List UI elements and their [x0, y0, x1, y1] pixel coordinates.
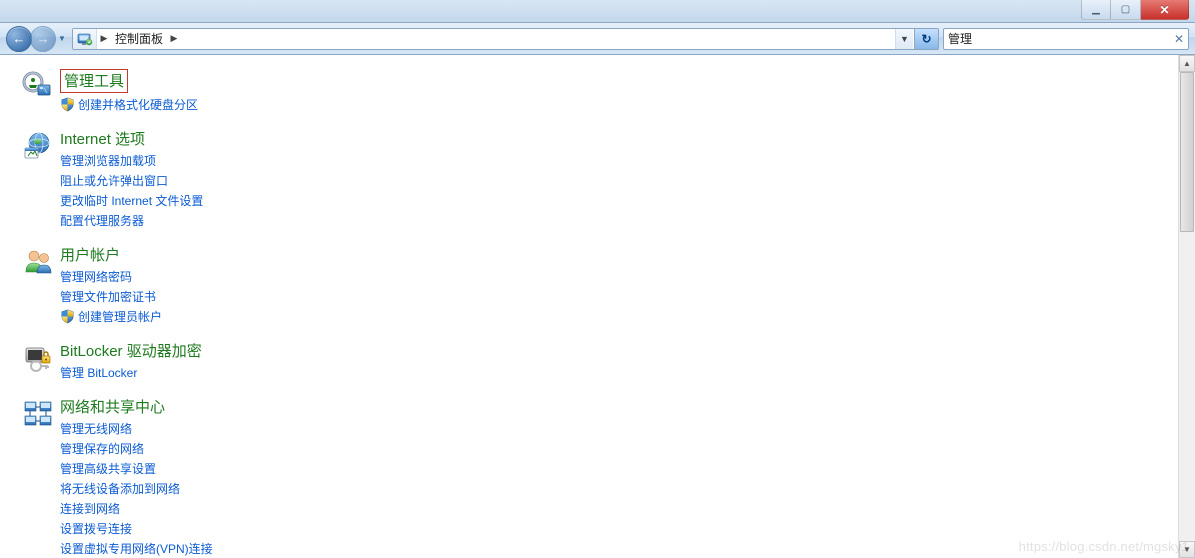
- address-bar[interactable]: ▶ 控制面板 ▶ ▼ ↻: [72, 28, 939, 50]
- result-link-row: 管理浏览器加载项: [60, 152, 1168, 169]
- group-title-link[interactable]: 网络和共享中心: [60, 396, 165, 417]
- network-icon: [22, 396, 60, 558]
- result-link-row: 管理文件加密证书: [60, 288, 1168, 305]
- search-input[interactable]: [948, 32, 1174, 46]
- window-titlebar: ▁ ▢ ✕: [0, 0, 1195, 23]
- result-group-bitlocker: BitLocker 驱动器加密管理 BitLocker: [22, 340, 1168, 384]
- result-link-row: 管理高级共享设置: [60, 460, 1168, 477]
- result-link[interactable]: 管理浏览器加载项: [60, 152, 156, 169]
- group-body: BitLocker 驱动器加密管理 BitLocker: [60, 340, 1168, 384]
- result-group-network-sharing: 网络和共享中心管理无线网络管理保存的网络管理高级共享设置将无线设备添加到网络连接…: [22, 396, 1168, 558]
- result-link-row: 阻止或允许弹出窗口: [60, 172, 1168, 189]
- result-link-row: 设置虚拟专用网络(VPN)连接: [60, 540, 1168, 557]
- result-link-row: 创建管理员帐户: [60, 308, 1168, 325]
- scroll-up-button[interactable]: ▲: [1179, 55, 1195, 72]
- breadcrumb-segment[interactable]: 控制面板: [111, 29, 167, 49]
- result-link-row: 配置代理服务器: [60, 212, 1168, 229]
- search-box[interactable]: ✕: [943, 28, 1189, 50]
- address-history-dropdown[interactable]: ▼: [895, 29, 913, 49]
- nav-arrows: ← → ▼: [6, 26, 68, 52]
- navigation-bar: ← → ▼ ▶ 控制面板 ▶ ▼ ↻ ✕: [0, 23, 1195, 55]
- forward-button[interactable]: →: [30, 26, 56, 52]
- history-dropdown[interactable]: ▼: [56, 34, 68, 43]
- result-link[interactable]: 配置代理服务器: [60, 212, 144, 229]
- result-link-row: 管理 BitLocker: [60, 364, 1168, 381]
- result-link[interactable]: 设置拨号连接: [60, 520, 132, 537]
- close-button[interactable]: ✕: [1141, 0, 1189, 20]
- user-accounts-icon: [22, 244, 60, 328]
- group-title-link[interactable]: BitLocker 驱动器加密: [60, 340, 202, 361]
- clear-search-icon[interactable]: ✕: [1174, 32, 1184, 46]
- chevron-right-icon[interactable]: ▶: [167, 29, 181, 49]
- group-body: Internet 选项管理浏览器加载项阻止或允许弹出窗口更改临时 Interne…: [60, 128, 1168, 232]
- result-link[interactable]: 管理 BitLocker: [60, 364, 137, 381]
- result-link[interactable]: 创建管理员帐户: [78, 308, 162, 325]
- result-link-row: 管理无线网络: [60, 420, 1168, 437]
- window-controls: ▁ ▢ ✕: [1081, 0, 1189, 20]
- admin-tools-icon: [22, 69, 60, 116]
- group-title-link[interactable]: 管理工具: [60, 69, 128, 93]
- scroll-down-button[interactable]: ▼: [1179, 541, 1195, 558]
- result-link[interactable]: 管理高级共享设置: [60, 460, 156, 477]
- result-group-internet-options: Internet 选项管理浏览器加载项阻止或允许弹出窗口更改临时 Interne…: [22, 128, 1168, 232]
- result-link[interactable]: 更改临时 Internet 文件设置: [60, 192, 203, 209]
- result-link[interactable]: 将无线设备添加到网络: [60, 480, 180, 497]
- chevron-right-icon[interactable]: ▶: [97, 29, 111, 49]
- result-link[interactable]: 阻止或允许弹出窗口: [60, 172, 168, 189]
- results-pane: 管理工具创建并格式化硬盘分区 Internet 选项管理浏览器加载项阻止或允许弹出…: [0, 55, 1178, 558]
- result-link[interactable]: 连接到网络: [60, 500, 120, 517]
- scroll-thumb[interactable]: [1180, 72, 1194, 232]
- uac-shield-icon: [60, 309, 75, 324]
- group-title-link[interactable]: Internet 选项: [60, 128, 145, 149]
- refresh-button[interactable]: ↻: [914, 29, 938, 49]
- minimize-button[interactable]: ▁: [1081, 0, 1111, 20]
- result-link[interactable]: 管理文件加密证书: [60, 288, 156, 305]
- result-link-row: 设置拨号连接: [60, 520, 1168, 537]
- group-body: 管理工具创建并格式化硬盘分区: [60, 69, 1168, 116]
- result-link-row: 管理网络密码: [60, 268, 1168, 285]
- maximize-button[interactable]: ▢: [1111, 0, 1141, 20]
- uac-shield-icon: [60, 97, 75, 112]
- bitlocker-icon: [22, 340, 60, 384]
- group-body: 用户帐户管理网络密码管理文件加密证书创建管理员帐户: [60, 244, 1168, 328]
- result-group-admin-tools: 管理工具创建并格式化硬盘分区: [22, 69, 1168, 116]
- result-link-row: 管理保存的网络: [60, 440, 1168, 457]
- result-link-row: 更改临时 Internet 文件设置: [60, 192, 1168, 209]
- result-link-row: 将无线设备添加到网络: [60, 480, 1168, 497]
- result-link-row: 连接到网络: [60, 500, 1168, 517]
- result-link[interactable]: 管理保存的网络: [60, 440, 144, 457]
- result-link[interactable]: 设置虚拟专用网络(VPN)连接: [60, 540, 213, 557]
- result-link[interactable]: 创建并格式化硬盘分区: [78, 96, 198, 113]
- result-link[interactable]: 管理无线网络: [60, 420, 132, 437]
- group-title-link[interactable]: 用户帐户: [60, 244, 120, 265]
- internet-options-icon: [22, 128, 60, 232]
- result-group-user-accounts: 用户帐户管理网络密码管理文件加密证书创建管理员帐户: [22, 244, 1168, 328]
- vertical-scrollbar[interactable]: ▲ ▼: [1178, 55, 1195, 558]
- result-link-row: 创建并格式化硬盘分区: [60, 96, 1168, 113]
- breadcrumb: ▶ 控制面板 ▶: [97, 29, 895, 49]
- group-body: 网络和共享中心管理无线网络管理保存的网络管理高级共享设置将无线设备添加到网络连接…: [60, 396, 1168, 558]
- result-link[interactable]: 管理网络密码: [60, 268, 132, 285]
- control-panel-icon: [73, 29, 97, 49]
- back-button[interactable]: ←: [6, 26, 32, 52]
